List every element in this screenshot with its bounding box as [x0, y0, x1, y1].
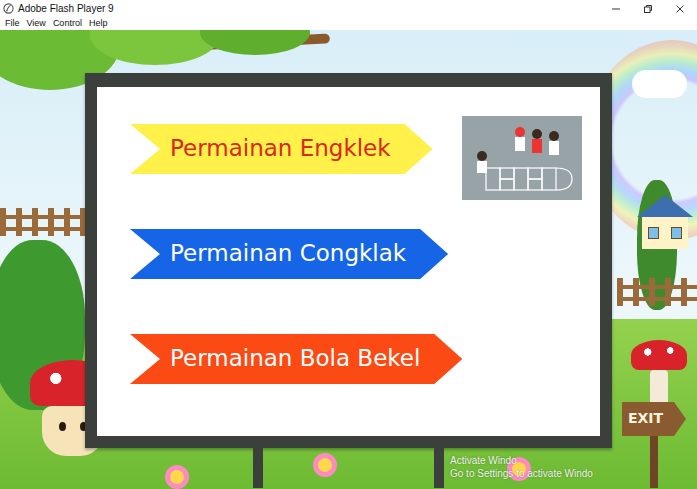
menu-item[interactable]: Help: [89, 19, 108, 28]
flash-player-window: Adobe Flash Player 9 File View Control Help P…: [0, 0, 697, 489]
restore-icon[interactable]: [643, 4, 653, 14]
house-wall: [642, 217, 688, 249]
exit-sign[interactable]: EXIT: [622, 402, 686, 488]
game-preview-picture: [462, 116, 582, 200]
easel-leg: [253, 448, 263, 488]
watermark-line: Activate Windo: [450, 454, 593, 467]
house: [637, 195, 692, 249]
menu-item[interactable]: File: [5, 19, 20, 28]
mushroom: [629, 340, 689, 406]
cloud: [632, 70, 687, 98]
board-surface: Permainan Engklek Permainan Congklak Perma…: [97, 87, 600, 436]
activation-watermark: Activate WindoGo to Settings to activate…: [450, 454, 593, 480]
title-bar: Adobe Flash Player 9: [0, 0, 697, 17]
flower: [318, 458, 332, 472]
window-controls: [611, 4, 697, 14]
minimize-icon[interactable]: [611, 4, 621, 14]
close-icon[interactable]: [675, 4, 685, 14]
fence: [0, 208, 90, 236]
mushroom-cap: [631, 340, 687, 370]
game-button[interactable]: Permainan Engklek: [130, 124, 433, 174]
house-window: [671, 227, 682, 239]
flower: [170, 470, 184, 484]
menu-item[interactable]: View: [27, 19, 46, 28]
watermark-line: Go to Settings to activate Windo: [450, 467, 593, 480]
flash-player-icon: [3, 3, 14, 14]
mushroom-eye: [59, 422, 66, 431]
game-stage: Permainan Engklek Permainan Congklak Perma…: [0, 30, 697, 489]
menu-bar: File View Control Help: [0, 17, 697, 30]
easel: Permainan Engklek Permainan Congklak Perma…: [85, 73, 612, 488]
easel-leg: [434, 448, 444, 488]
game-button[interactable]: Permainan Bola Bekel: [130, 334, 462, 384]
board: Permainan Engklek Permainan Congklak Perma…: [85, 73, 612, 448]
window-title: Adobe Flash Player 9: [18, 3, 114, 14]
mushroom-stem: [650, 370, 668, 406]
house-roof: [637, 195, 693, 217]
fence: [617, 278, 697, 306]
tree-leaves: [200, 30, 310, 55]
hopscotch-icon: [462, 116, 582, 200]
menu-item[interactable]: Control: [53, 19, 82, 28]
game-menu: Permainan Engklek Permainan Congklak Perma…: [130, 124, 462, 384]
exit-button[interactable]: EXIT: [622, 402, 686, 436]
house-window: [648, 227, 659, 239]
game-button[interactable]: Permainan Congklak: [130, 229, 448, 279]
exit-post: [650, 436, 658, 488]
